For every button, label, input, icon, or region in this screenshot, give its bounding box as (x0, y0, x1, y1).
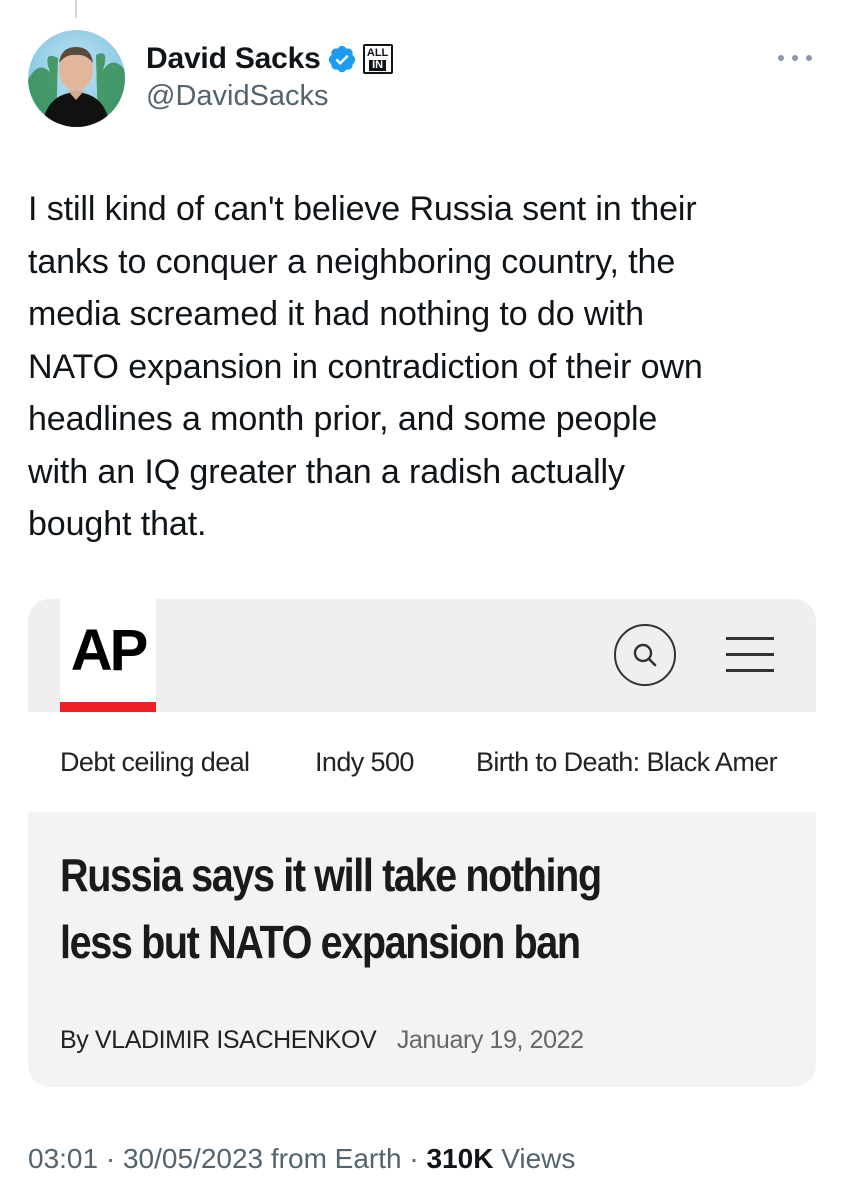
views-count[interactable]: 310K (426, 1143, 493, 1174)
ap-site-header: AP (28, 599, 816, 712)
ap-logo-accent-bar (60, 702, 156, 712)
avatar[interactable] (28, 30, 125, 127)
tweet-date[interactable]: 30/05/2023 (123, 1143, 263, 1174)
search-icon (614, 624, 676, 686)
author-name-row[interactable]: David Sacks ALL IN (146, 40, 393, 78)
tweet-meta-row: 03:01 · 30/05/2023 from Earth · 310K Vie… (28, 1143, 575, 1175)
author-handle[interactable]: @DavidSacks (146, 80, 329, 113)
views-label: Views (501, 1143, 576, 1174)
article-byline-row: By VLADIMIR ISACHENKOV January 19, 2022 (60, 1026, 584, 1055)
nav-item-birth-to-death: Birth to Death: Black Amer (476, 747, 778, 777)
more-options-icon[interactable] (778, 48, 812, 68)
nav-item-debt-ceiling: Debt ceiling deal (60, 747, 250, 777)
embedded-media-card[interactable]: AP Debt ceiling deal Indy 500 Birth to D… (28, 599, 816, 1087)
meta-separator: · (105, 1143, 123, 1174)
article-date: January 19, 2022 (396, 1026, 584, 1054)
tweet-text: I still kind of can't believe Russia sen… (28, 190, 703, 543)
ap-logo: AP (60, 599, 156, 712)
ap-logo-text: AP (70, 618, 149, 683)
nav-item-indy-500: Indy 500 (315, 747, 414, 777)
article-headline: Russia says it will take nothing less bu… (60, 849, 602, 968)
hamburger-menu-icon (726, 635, 774, 675)
affiliate-badge-line1: ALL (366, 46, 389, 59)
affiliate-badge-icon[interactable]: ALL IN (362, 44, 393, 74)
article-byline: By VLADIMIR ISACHENKOV (60, 1026, 377, 1054)
verified-badge-icon (328, 45, 355, 73)
ap-topic-nav: Debt ceiling deal Indy 500 Birth to Deat… (28, 712, 816, 812)
tweet-time[interactable]: 03:01 (28, 1143, 98, 1174)
author-display-name[interactable]: David Sacks (146, 42, 321, 76)
affiliate-badge-line2: IN (369, 59, 387, 71)
thread-connector-line (75, 0, 77, 18)
tweet-source: from Earth (270, 1143, 402, 1174)
meta-separator: · (409, 1143, 427, 1174)
